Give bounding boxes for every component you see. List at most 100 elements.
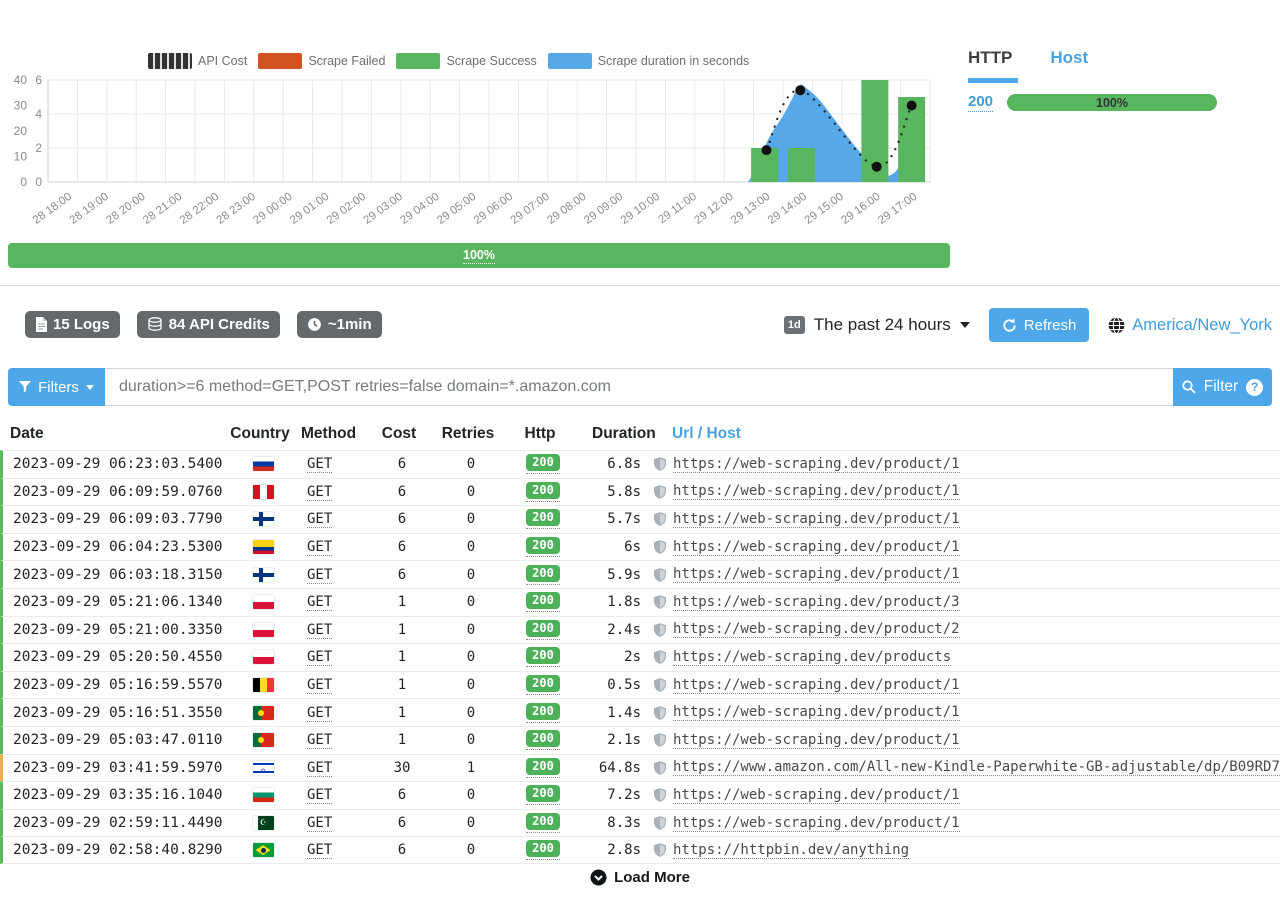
method-value[interactable]: GET [307,815,332,832]
column-header-cost[interactable]: Cost [370,425,428,443]
log-date: 2023-09-29 05:21:06.1340 [3,594,228,610]
http-status-badge[interactable]: 200 [526,592,560,612]
apply-filter-button[interactable]: Filter ? [1173,368,1272,406]
table-row[interactable]: 2023-09-29 06:09:03.7790 GET 6 0 200 5.7… [0,505,1280,533]
table-row[interactable]: 2023-09-29 06:09:59.0760 GET 6 0 200 5.8… [0,478,1280,506]
table-row[interactable]: 2023-09-29 05:21:00.3350 GET 1 0 200 2.4… [0,616,1280,644]
method-value[interactable]: GET [307,539,332,556]
http-cell: 200 [511,482,575,502]
method-cell: GET [298,511,373,527]
http-200-link[interactable]: 200 [968,93,993,112]
table-row[interactable]: 2023-09-29 05:21:06.1340 GET 1 0 200 1.8… [0,588,1280,616]
http-cell: 200 [511,730,575,750]
http-status-badge[interactable]: 200 [526,454,560,474]
shield-icon [654,678,666,692]
log-url-link[interactable]: https://web-scraping.dev/product/1 [673,511,960,528]
method-value[interactable]: GET [307,842,332,859]
log-url-link[interactable]: https://web-scraping.dev/product/1 [673,732,960,749]
table-row[interactable]: 2023-09-29 05:16:51.3550 GET 1 0 200 1.4… [0,698,1280,726]
method-value[interactable]: GET [307,787,332,804]
http-status-badge[interactable]: 200 [526,675,560,695]
log-url-link[interactable]: https://web-scraping.dev/product/1 [673,787,960,804]
table-row[interactable]: 2023-09-29 06:03:18.3150 GET 6 0 200 5.9… [0,560,1280,588]
http-status-badge[interactable]: 200 [526,482,560,502]
http-status-badge[interactable]: 200 [526,785,560,805]
column-header-date[interactable]: Date [0,425,225,443]
http-status-badge[interactable]: 200 [526,758,560,778]
country-flag-icon [253,595,274,609]
method-value[interactable]: GET [307,677,332,694]
table-row[interactable]: 2023-09-29 06:04:23.5300 GET 6 0 200 6s … [0,533,1280,561]
column-header-method[interactable]: Method [295,425,370,443]
method-value[interactable]: GET [307,649,332,666]
log-date: 2023-09-29 06:09:59.0760 [3,484,228,500]
overall-success-percent[interactable]: 100% [463,248,495,264]
method-value[interactable]: GET [307,511,332,528]
method-value[interactable]: GET [307,705,332,722]
table-row[interactable]: 2023-09-29 05:03:47.0110 GET 1 0 200 2.1… [0,726,1280,754]
table-row[interactable]: 2023-09-29 06:23:03.5400 GET 6 0 200 6.8… [0,450,1280,478]
column-header-duration[interactable]: Duration [572,425,644,443]
time-range-selector[interactable]: 1d The past 24 hours [784,315,970,335]
http-status-badge[interactable]: 200 [526,840,560,860]
tab-host[interactable]: Host [1050,48,1088,68]
table-row[interactable]: 2023-09-29 05:20:50.4550 GET 1 0 200 2s … [0,643,1280,671]
filters-dropdown-button[interactable]: Filters [8,368,105,406]
legend-label: Scrape Failed [308,54,385,68]
http-status-badge[interactable]: 200 [526,813,560,833]
log-url-link[interactable]: https://web-scraping.dev/product/3 [673,594,960,611]
method-value[interactable]: GET [307,622,332,639]
table-row[interactable]: 2023-09-29 02:58:40.8290 GET 6 0 200 2.8… [0,836,1280,864]
timezone-link[interactable]: America/New_York [1132,316,1272,335]
log-url-link[interactable]: https://web-scraping.dev/product/1 [673,483,960,500]
http-status-badge[interactable]: 200 [526,647,560,667]
table-row[interactable]: 2023-09-29 03:35:16.1040 GET 6 0 200 7.2… [0,781,1280,809]
log-url-link[interactable]: https://web-scraping.dev/products [673,649,951,666]
http-status-badge[interactable]: 200 [526,620,560,640]
legend-item-scrape-success[interactable]: Scrape Success [396,53,536,69]
legend-item-scrape-failed[interactable]: Scrape Failed [258,53,385,69]
method-value[interactable]: GET [307,456,332,473]
log-url-link[interactable]: https://web-scraping.dev/product/1 [673,815,960,832]
column-header-http[interactable]: Http [508,425,572,443]
log-url-link[interactable]: https://web-scraping.dev/product/2 [673,621,960,638]
table-row[interactable]: 2023-09-29 05:16:59.5570 GET 1 0 200 0.5… [0,671,1280,699]
method-cell: GET [298,539,373,555]
method-value[interactable]: GET [307,760,332,777]
method-value[interactable]: GET [307,484,332,501]
table-row[interactable]: 2023-09-29 02:59:11.4490 GET 6 0 200 8.3… [0,809,1280,837]
table-row[interactable]: 2023-09-29 03:41:59.5970 GET 30 1 200 64… [0,754,1280,782]
method-value[interactable]: GET [307,567,332,584]
log-url-link[interactable]: https://web-scraping.dev/product/1 [673,677,960,694]
column-header-url-host[interactable]: Url / Host [644,425,1280,443]
refresh-button[interactable]: Refresh [989,308,1090,342]
help-icon[interactable]: ? [1246,379,1263,396]
load-more-button[interactable]: Load More [0,869,1280,886]
column-header-retries[interactable]: Retries [428,425,508,443]
http-status-badge[interactable]: 200 [526,537,560,557]
filter-query-input[interactable] [105,368,1173,406]
tab-http[interactable]: HTTP [968,48,1012,68]
method-value[interactable]: GET [307,594,332,611]
http-status-badge[interactable]: 200 [526,730,560,750]
http-status-badge[interactable]: 200 [526,565,560,585]
legend-item-scrape-duration[interactable]: Scrape duration in seconds [548,53,749,69]
log-url-link[interactable]: https://httpbin.dev/anything [673,842,909,859]
url-cell: https://web-scraping.dev/product/2 [647,621,1280,638]
country-cell [228,678,298,692]
log-url-link[interactable]: https://web-scraping.dev/product/1 [673,566,960,583]
http-cell: 200 [511,813,575,833]
http-status-badge[interactable]: 200 [526,509,560,529]
method-value[interactable]: GET [307,732,332,749]
legend-item-api-cost[interactable]: API Cost [148,53,247,69]
column-header-country[interactable]: Country [225,425,295,443]
log-url-link[interactable]: https://web-scraping.dev/product/1 [673,539,960,556]
method-cell: GET [298,842,373,858]
log-url-link[interactable]: https://web-scraping.dev/product/1 [673,456,960,473]
log-url-link[interactable]: https://web-scraping.dev/product/1 [673,704,960,721]
url-cell: https://web-scraping.dev/product/1 [647,456,1280,473]
scrape-duration-swatch [548,53,592,69]
http-cell: 200 [511,592,575,612]
http-status-badge[interactable]: 200 [526,703,560,723]
log-url-link[interactable]: https://www.amazon.com/All-new-Kindle-Pa… [673,759,1280,776]
